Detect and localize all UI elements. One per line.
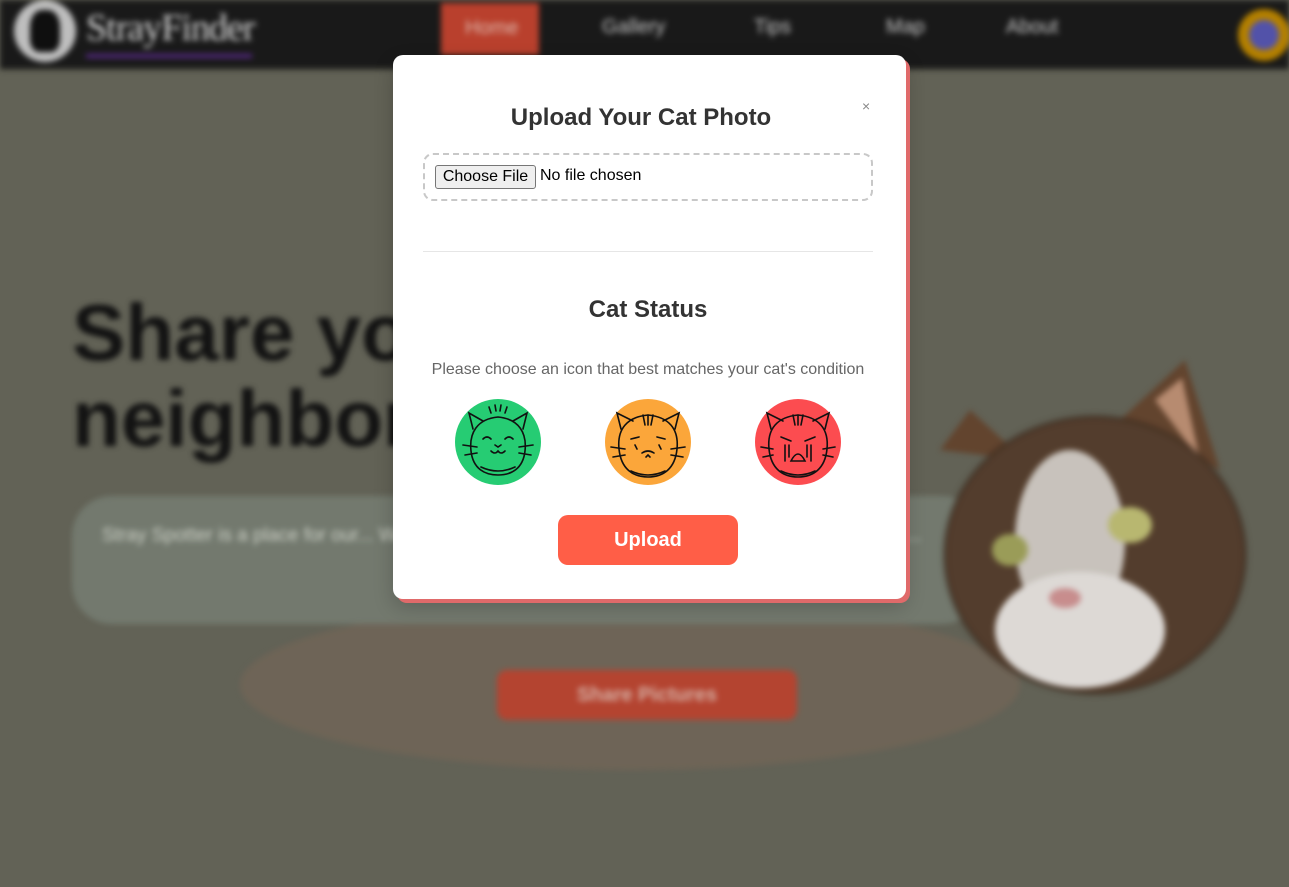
sad-cat-icon[interactable]	[755, 399, 841, 485]
file-status-text: No file chosen	[540, 167, 642, 184]
choose-file-button[interactable]: Choose File	[435, 165, 536, 189]
divider	[423, 251, 873, 252]
neutral-cat-icon[interactable]	[605, 399, 691, 485]
upload-button[interactable]: Upload	[558, 515, 738, 565]
cat-status-hint: Please choose an icon that best matches …	[431, 361, 865, 378]
happy-cat-icon[interactable]	[455, 399, 541, 485]
cat-status-title: Cat Status	[588, 296, 708, 323]
modal-title: Upload Your Cat Photo	[510, 104, 772, 131]
